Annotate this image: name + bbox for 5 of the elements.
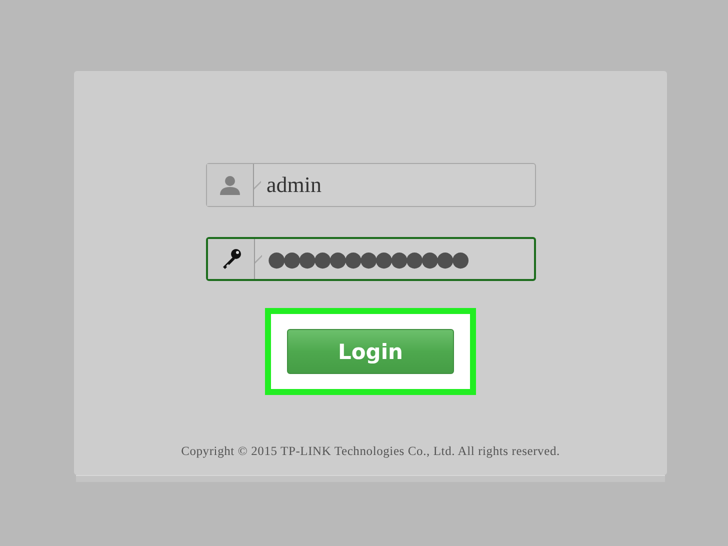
- username-field[interactable]: admin: [206, 163, 536, 207]
- login-button[interactable]: Login: [287, 329, 454, 374]
- user-icon: [218, 175, 240, 195]
- password-field[interactable]: ●●●●●●●●●●●●●: [206, 237, 536, 281]
- copyright-text: Copyright © 2015 TP-LINK Technologies Co., Ltd. All rights reserved.: [181, 444, 560, 459]
